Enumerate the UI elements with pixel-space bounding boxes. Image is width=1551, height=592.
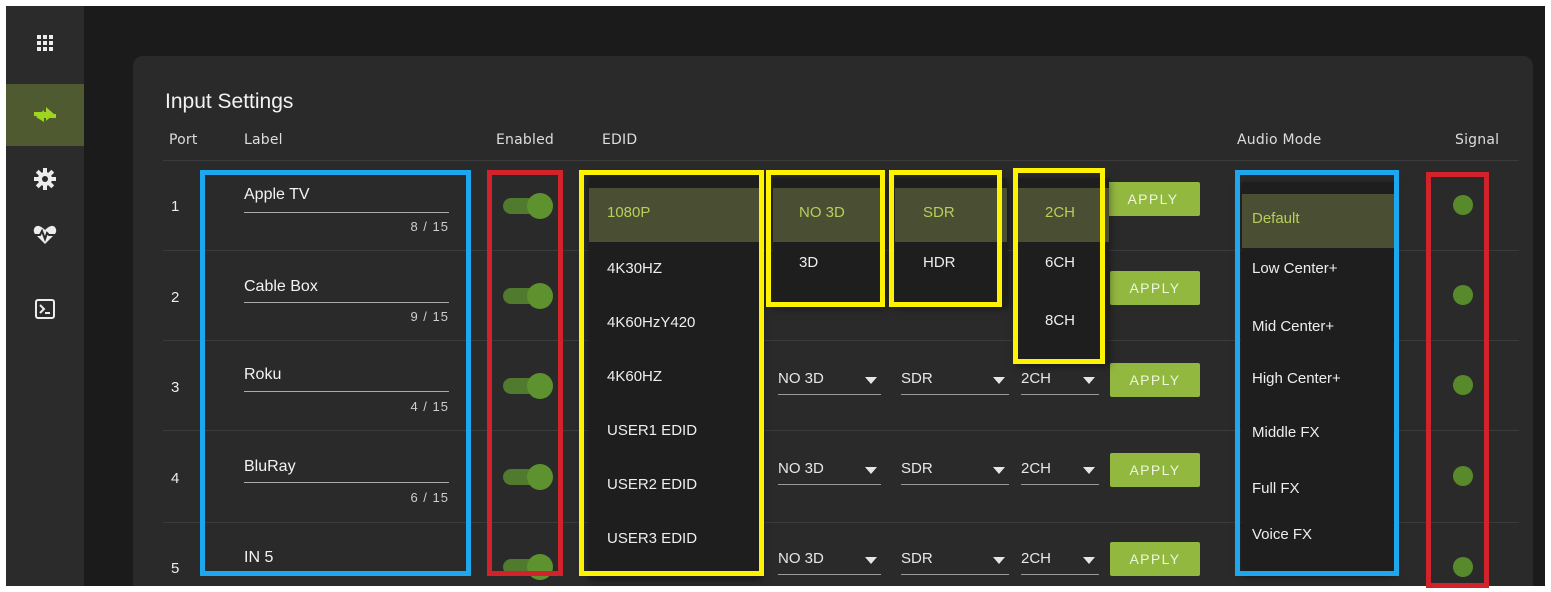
3d-option-3d[interactable]: 3D — [773, 244, 885, 298]
page-title: Input Settings — [165, 90, 294, 113]
hdr-option-hdr[interactable]: HDR — [895, 244, 1007, 298]
chevron-down-icon — [993, 557, 1005, 564]
label-underline — [244, 391, 449, 392]
nav-item-inputs[interactable] — [6, 84, 84, 146]
apply-button[interactable]: APPLY — [1110, 363, 1200, 397]
label-input[interactable]: Roku — [244, 366, 281, 384]
label-underline — [244, 574, 449, 575]
chevron-down-icon — [993, 467, 1005, 474]
port-number: 1 — [171, 198, 180, 215]
hdr-select[interactable]: SDR — [901, 368, 1009, 395]
chevron-down-icon — [865, 467, 877, 474]
signal-indicator — [1453, 557, 1473, 577]
chevron-down-icon — [1083, 377, 1095, 384]
channels-select[interactable]: 2CH — [1021, 548, 1099, 575]
chevron-down-icon — [993, 377, 1005, 384]
audio-option-high-center[interactable]: High Center+ — [1242, 356, 1394, 410]
label-input[interactable]: Apple TV — [244, 186, 310, 204]
input-settings-panel: Input Settings Port Label Enabled EDID A… — [133, 56, 1533, 586]
edid-option-4k30hz[interactable]: 4K30HZ — [589, 244, 761, 298]
edid-option-user1[interactable]: USER1 EDID — [589, 406, 761, 460]
3d-select[interactable]: NO 3D — [778, 548, 881, 575]
channels-select[interactable]: 2CH — [1021, 458, 1099, 485]
apply-button[interactable]: APPLY — [1110, 542, 1200, 576]
edid-option-1080p[interactable]: 1080P — [589, 188, 761, 242]
nav-item-grid[interactable] — [6, 12, 84, 74]
channels-select[interactable]: 2CH — [1021, 368, 1099, 395]
3d-option-no3d[interactable]: NO 3D — [773, 188, 885, 242]
audio-option-voice-fx[interactable]: Voice FX — [1242, 518, 1394, 572]
channels-option-8ch[interactable]: 8CH — [1017, 298, 1109, 352]
header-signal: Signal — [1455, 132, 1500, 148]
signal-indicator — [1453, 195, 1473, 215]
char-counter: 9 / 15 — [410, 309, 449, 324]
apply-button[interactable]: APPLY — [1106, 182, 1200, 216]
label-underline — [244, 212, 449, 213]
header-enabled: Enabled — [496, 132, 554, 148]
apply-button[interactable]: APPLY — [1110, 271, 1200, 305]
port-number: 5 — [171, 560, 180, 577]
chevron-down-icon — [865, 377, 877, 384]
hdr-option-sdr[interactable]: SDR — [895, 188, 1007, 242]
edid-option-4k60hz[interactable]: 4K60HZ — [589, 352, 761, 406]
channels-dropdown-menu: 2CH 6CH 8CH — [1017, 178, 1109, 364]
header-audio-mode: Audio Mode — [1237, 132, 1322, 148]
header-port: Port — [169, 132, 198, 148]
heartbeat-icon — [33, 225, 57, 244]
chevron-down-icon — [1083, 467, 1095, 474]
hdr-select[interactable]: SDR — [901, 548, 1009, 575]
channels-option-2ch[interactable]: 2CH — [1017, 188, 1109, 242]
audio-option-mid-center[interactable]: Mid Center+ — [1242, 302, 1394, 356]
chevron-down-icon — [1083, 557, 1095, 564]
hdr-select[interactable]: SDR — [901, 458, 1009, 485]
enabled-toggle[interactable] — [503, 464, 555, 490]
chevron-down-icon — [865, 557, 877, 564]
audio-option-low-center[interactable]: Low Center+ — [1242, 248, 1394, 302]
signal-indicator — [1453, 285, 1473, 305]
edid-option-user3[interactable]: USER3 EDID — [589, 514, 761, 568]
audio-option-full-fx[interactable]: Full FX — [1242, 464, 1394, 518]
3d-select[interactable]: NO 3D — [778, 458, 881, 485]
grid-icon — [37, 35, 53, 51]
header-divider — [163, 160, 1519, 161]
label-underline — [244, 302, 449, 303]
char-counter: 6 / 15 — [410, 490, 449, 505]
port-number: 3 — [171, 379, 180, 396]
enabled-toggle[interactable] — [503, 193, 555, 219]
nav-item-status[interactable] — [6, 204, 84, 266]
enabled-toggle[interactable] — [503, 283, 555, 309]
channels-option-6ch[interactable]: 6CH — [1017, 244, 1109, 298]
label-input[interactable]: BluRay — [244, 458, 296, 476]
terminal-icon — [35, 299, 55, 319]
3d-select[interactable]: NO 3D — [778, 368, 881, 395]
header-edid: EDID — [602, 132, 638, 148]
app-frame: Input Settings Port Label Enabled EDID A… — [6, 6, 1545, 586]
label-input[interactable]: IN 5 — [244, 549, 273, 567]
enabled-toggle[interactable] — [503, 554, 555, 580]
signal-indicator — [1453, 466, 1473, 486]
signal-indicator — [1453, 375, 1473, 395]
edid-option-4k60hzy420[interactable]: 4K60HzY420 — [589, 298, 761, 352]
char-counter: 8 / 15 — [410, 219, 449, 234]
nav-item-console[interactable] — [6, 278, 84, 340]
char-counter: 4 / 15 — [410, 399, 449, 414]
audio-mode-dropdown-menu: Default Low Center+ Mid Center+ High Cen… — [1242, 182, 1394, 574]
enabled-toggle[interactable] — [503, 373, 555, 399]
label-underline — [244, 482, 449, 483]
port-number: 2 — [171, 289, 180, 306]
swap-arrows-icon — [34, 107, 56, 122]
apply-button[interactable]: APPLY — [1110, 453, 1200, 487]
label-input[interactable]: Cable Box — [244, 278, 318, 296]
edid-option-user2[interactable]: USER2 EDID — [589, 460, 761, 514]
gear-icon — [34, 168, 56, 190]
3d-dropdown-menu: NO 3D 3D — [773, 178, 885, 306]
audio-option-default[interactable]: Default — [1242, 194, 1394, 248]
sidebar — [6, 6, 84, 586]
header-label: Label — [244, 132, 283, 148]
edid-dropdown-menu: 1080P 4K30HZ 4K60HzY420 4K60HZ USER1 EDI… — [589, 174, 761, 578]
hdr-dropdown-menu: SDR HDR — [895, 178, 1007, 306]
port-number: 4 — [171, 470, 180, 487]
audio-option-middle-fx[interactable]: Middle FX — [1242, 410, 1394, 464]
nav-item-settings[interactable] — [6, 148, 84, 210]
